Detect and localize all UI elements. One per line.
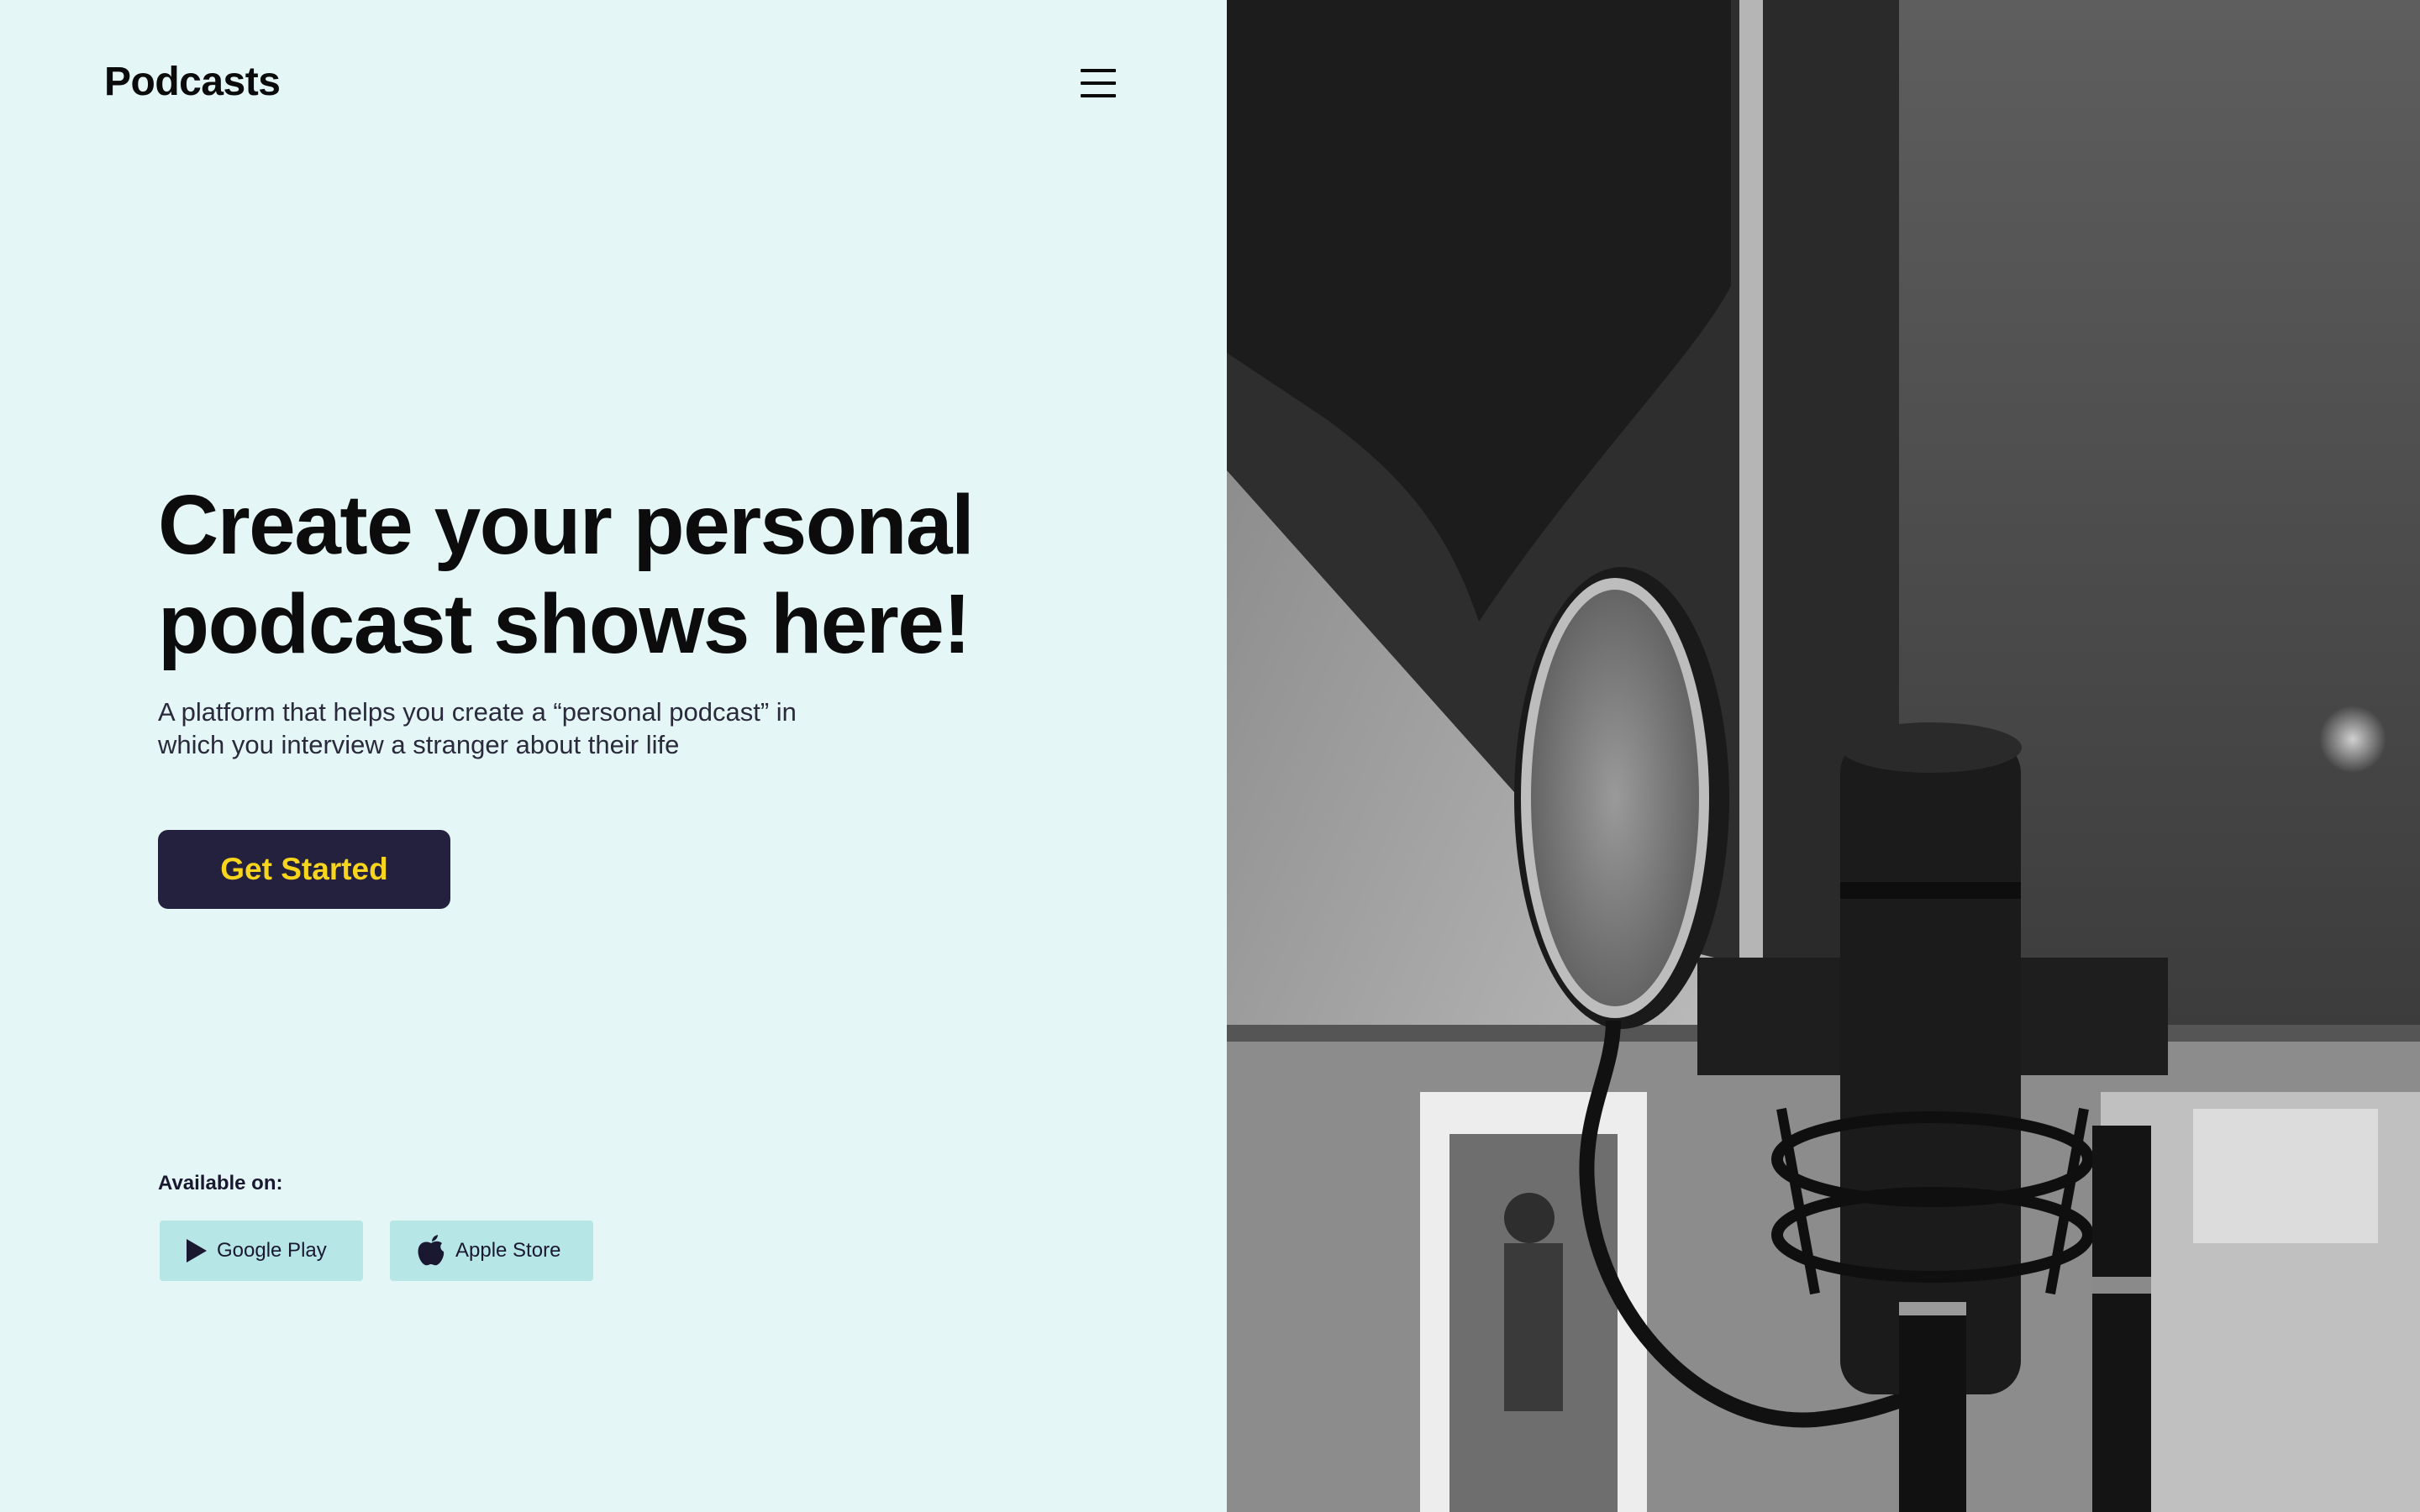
logo[interactable]: Podcasts: [104, 59, 281, 105]
left-panel: Podcasts Create your personal podcast sh…: [0, 0, 1227, 1512]
hero-headline: Create your personal podcast shows here!: [158, 478, 975, 671]
apple-store-button[interactable]: Apple Store: [390, 1221, 593, 1281]
play-triangle-icon: [187, 1239, 207, 1263]
available-on-label: Available on:: [158, 1172, 283, 1194]
google-play-label: Google Play: [217, 1239, 327, 1262]
hamburger-menu-icon[interactable]: [1081, 69, 1116, 97]
hero-subtitle: A platform that helps you create a “pers…: [158, 697, 797, 759]
apple-store-label: Apple Store: [455, 1239, 561, 1262]
apple-icon: [417, 1235, 445, 1267]
get-started-button[interactable]: Get Started: [158, 830, 450, 909]
google-play-button[interactable]: Google Play: [160, 1221, 363, 1281]
microphone-photo: [1227, 0, 2420, 1512]
